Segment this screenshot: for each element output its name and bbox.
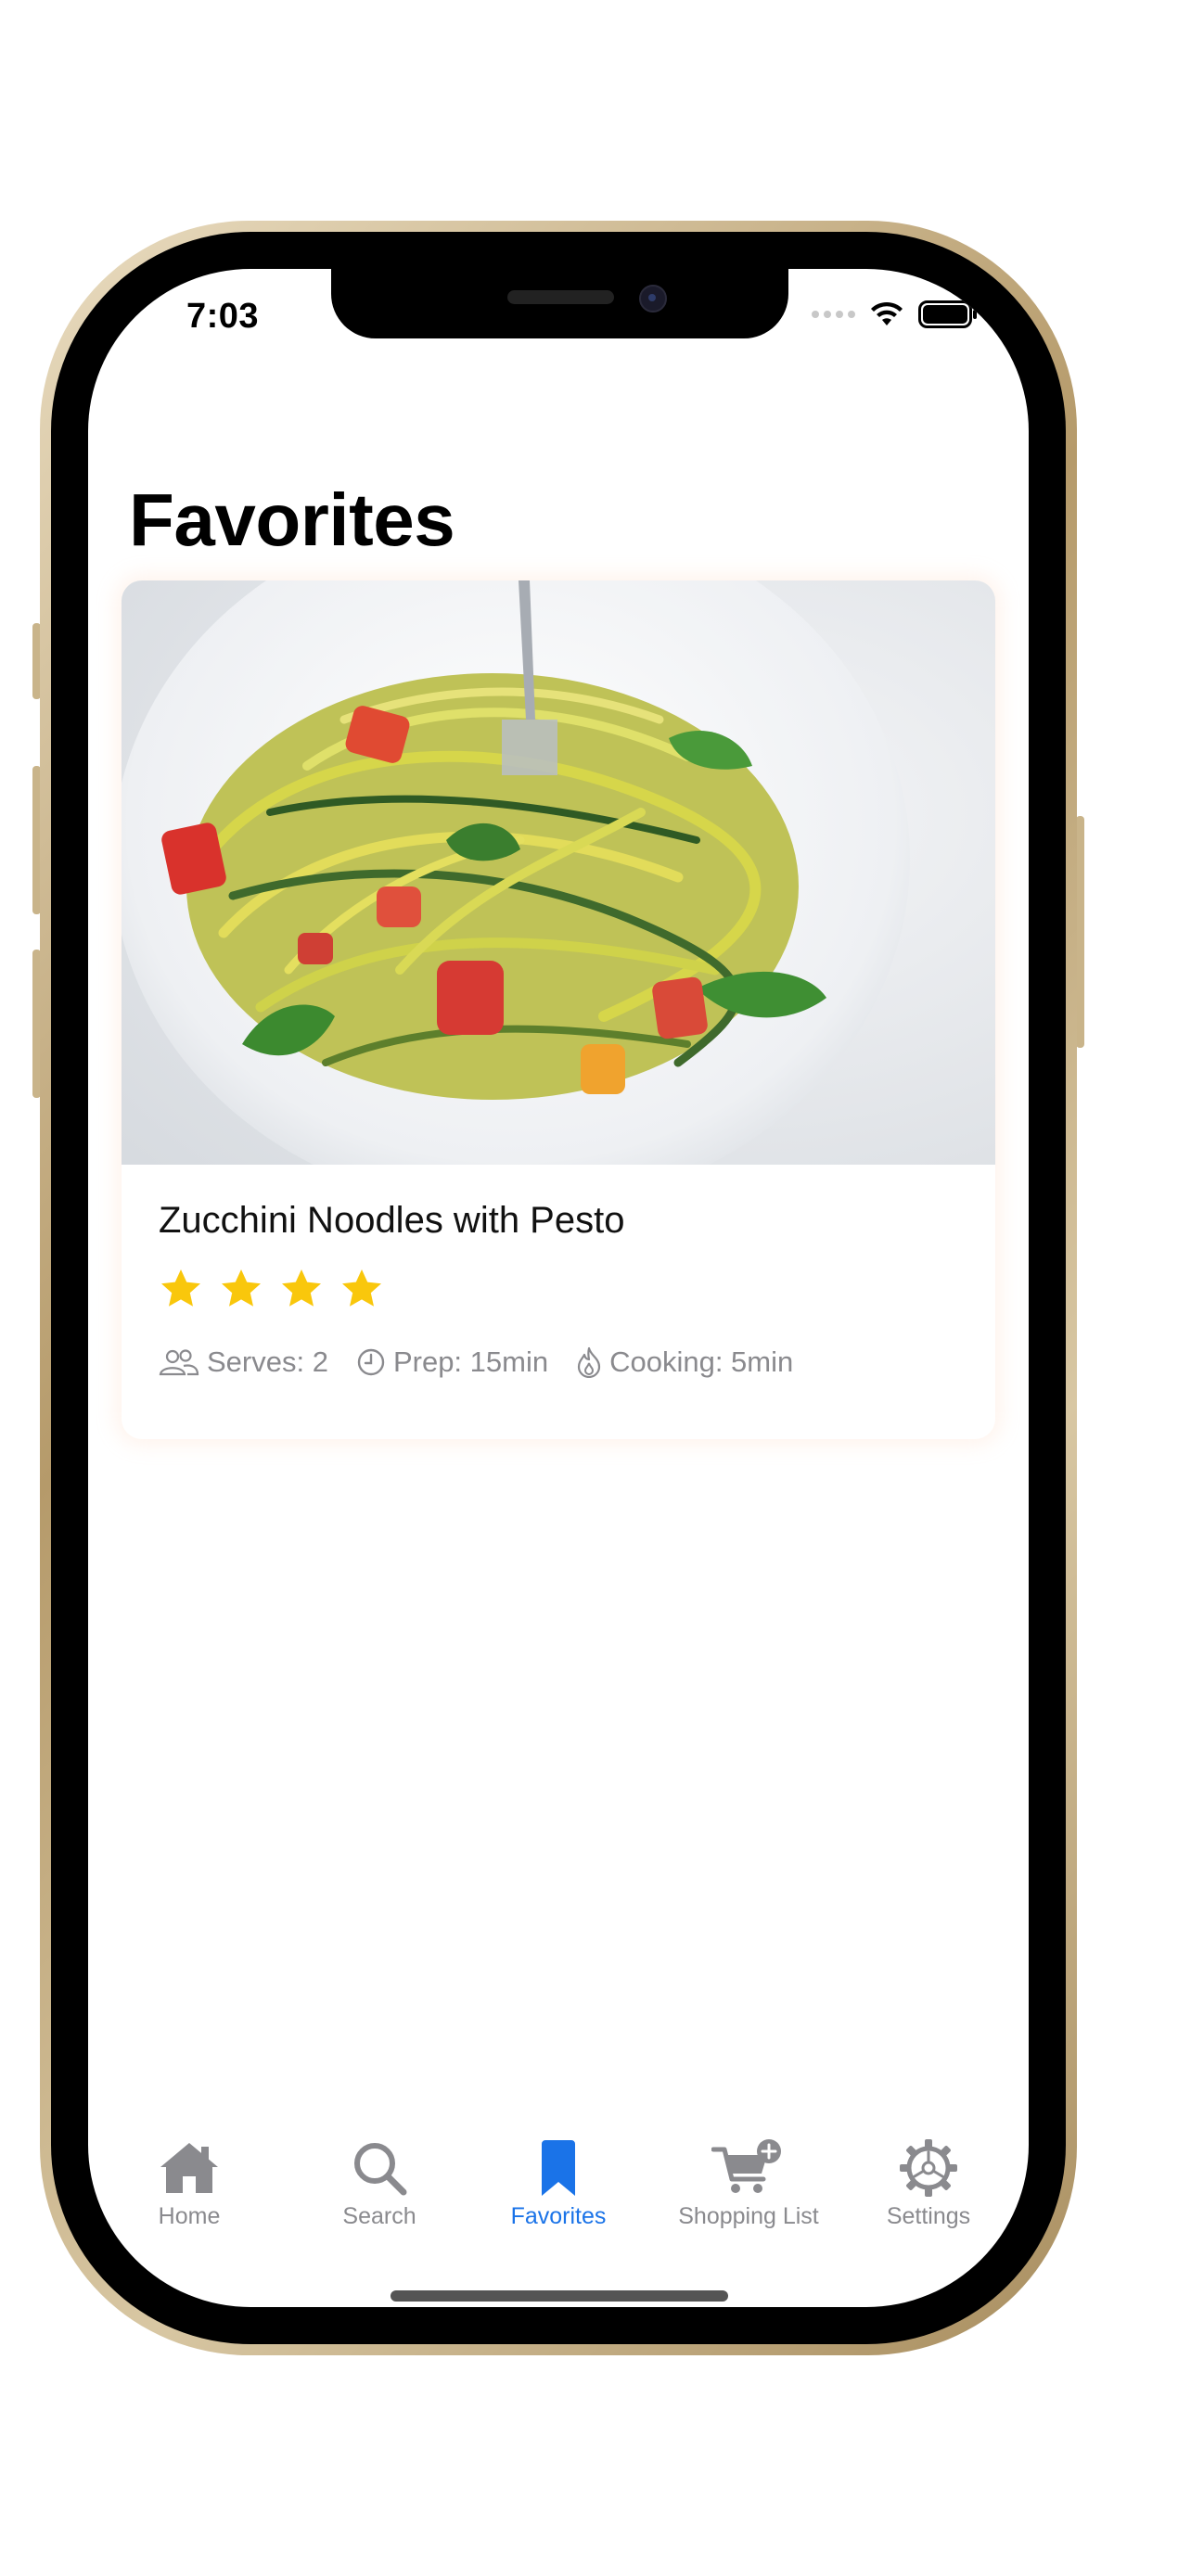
tab-shopping-list-label: Shopping List xyxy=(678,2203,819,2229)
house-icon xyxy=(160,2143,218,2193)
status-time: 7:03 xyxy=(186,297,260,336)
cart-plus-icon xyxy=(711,2139,781,2193)
gear-icon xyxy=(900,2139,957,2197)
prep-text: Prep: 15min xyxy=(392,1345,549,1378)
cooking-info: Cooking: 5min xyxy=(576,1345,793,1379)
magnifier-icon xyxy=(354,2143,407,2196)
cooking-text: Cooking: 5min xyxy=(609,1345,794,1378)
screen: 7:03 Favorites Zucchini Noodles with Pes… xyxy=(88,269,1029,2307)
home-indicator[interactable] xyxy=(391,2290,728,2302)
wifi-icon xyxy=(871,301,903,325)
rating-stars xyxy=(159,1267,384,1311)
tab-favorites[interactable]: Favorites xyxy=(466,2135,651,2230)
bookmark-icon xyxy=(542,2140,575,2196)
star-icon xyxy=(222,1269,261,1307)
star-icon xyxy=(282,1269,321,1307)
tab-bar: Home Search Favorites Shopping List Sett… xyxy=(88,2135,1029,2237)
recipe-title: Zucchini Noodles with Pesto xyxy=(159,1200,625,1241)
recipe-photo xyxy=(122,580,995,1165)
tab-favorites-label: Favorites xyxy=(510,2203,607,2229)
favorite-recipe-card[interactable]: Zucchini Noodles with Pesto Serves: 2 Pr… xyxy=(122,580,995,1439)
tab-search-label: Search xyxy=(342,2203,416,2229)
recipe-meta: Serves: 2 Prep: 15min Cooking: 5min xyxy=(159,1345,821,1379)
tab-settings[interactable]: Settings xyxy=(836,2135,1021,2230)
flame-icon xyxy=(577,1346,601,1378)
serves-info: Serves: 2 xyxy=(159,1345,328,1379)
power-button xyxy=(1076,816,1084,1048)
prep-info: Prep: 15min xyxy=(356,1345,548,1379)
status-indicators xyxy=(812,300,978,328)
serves-text: Serves: 2 xyxy=(207,1345,328,1378)
signal-dots-icon xyxy=(812,311,855,318)
camera-icon xyxy=(639,285,667,312)
tab-home-label: Home xyxy=(158,2203,221,2229)
tab-shopping-list[interactable]: Shopping List xyxy=(656,2135,841,2230)
tab-home[interactable]: Home xyxy=(96,2135,282,2230)
star-icon xyxy=(342,1269,381,1307)
tab-search[interactable]: Search xyxy=(287,2135,472,2230)
tab-settings-label: Settings xyxy=(886,2203,971,2229)
people-icon xyxy=(159,1349,199,1376)
star-icon xyxy=(161,1269,200,1307)
notch xyxy=(331,269,788,338)
battery-icon xyxy=(918,300,977,328)
clock-icon xyxy=(357,1348,385,1376)
page-title: Favorites xyxy=(129,478,455,561)
speaker-grille xyxy=(507,290,614,304)
